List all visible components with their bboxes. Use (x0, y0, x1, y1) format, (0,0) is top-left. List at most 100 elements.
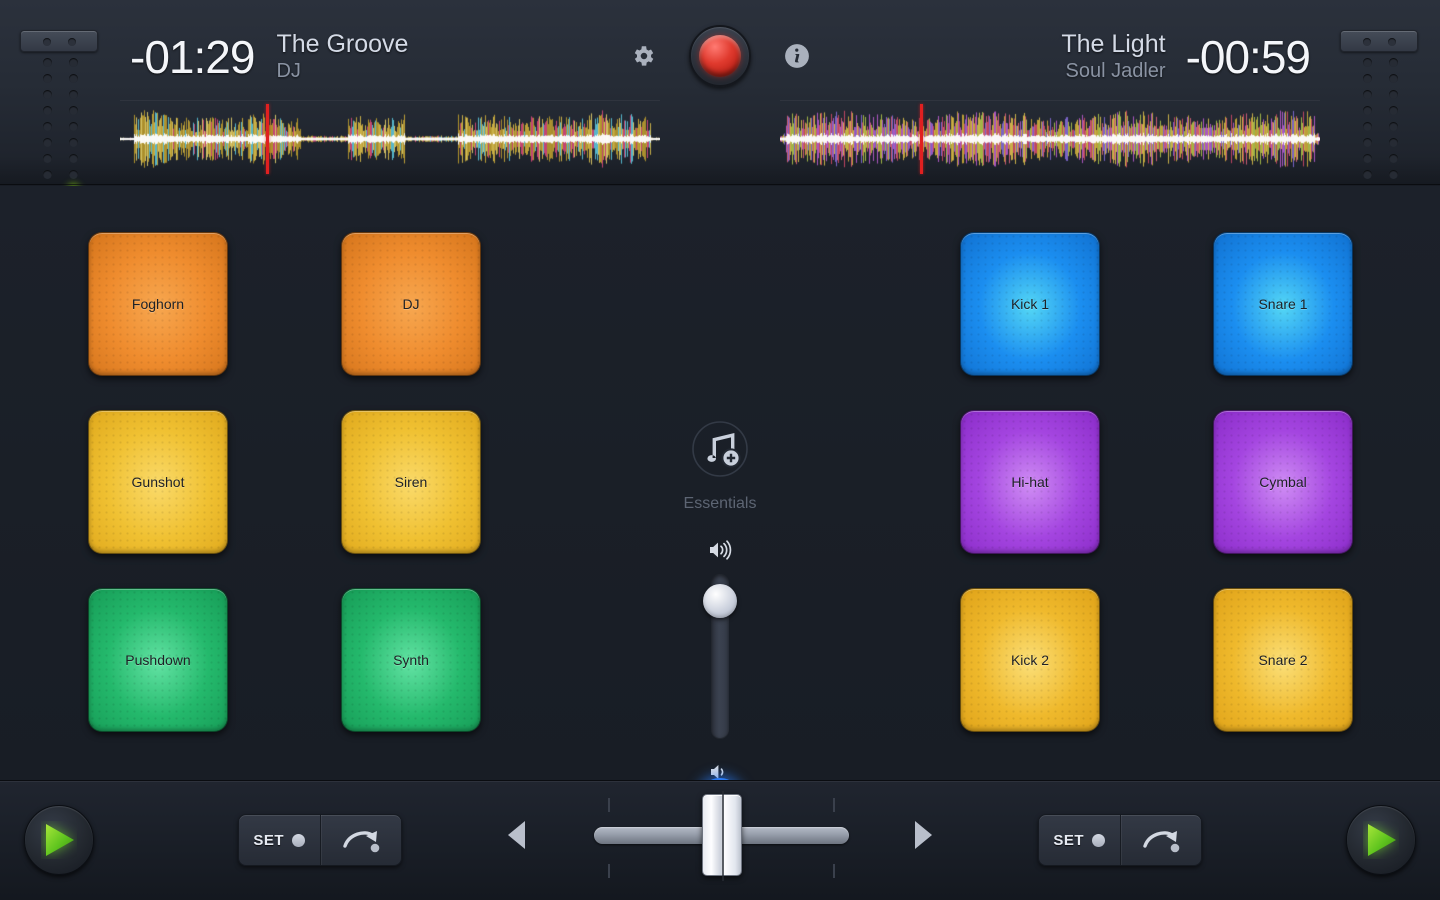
vu-dot (1363, 90, 1372, 99)
vu-dot (1363, 106, 1372, 115)
nudge-right-arrow[interactable] (915, 821, 932, 849)
jump-to-cue-button-deck-b[interactable] (1121, 815, 1202, 865)
cue-controls-deck-b: SET (1038, 814, 1202, 866)
deck-a-track-title: The Groove (276, 30, 408, 60)
vu-dot (69, 154, 78, 163)
record-button[interactable] (689, 25, 751, 87)
vu-meter-left (18, 22, 102, 182)
vu-dot (1363, 58, 1372, 67)
sound-pad[interactable]: Pushdown (88, 588, 228, 732)
deck-b-info: The Light Soul Jadler -00:59 (1061, 22, 1310, 92)
fader-tick (833, 798, 835, 812)
gear-icon[interactable] (630, 43, 656, 69)
pad-label: Cymbal (1259, 474, 1306, 490)
vu-dot (1363, 138, 1372, 147)
vu-dot (69, 58, 78, 67)
waveform-divider-left (120, 100, 660, 101)
pad-label: Pushdown (125, 652, 190, 668)
sound-pad[interactable]: Kick 2 (960, 588, 1100, 732)
sound-pad[interactable]: Kick 1 (960, 232, 1100, 376)
vu-dot (1363, 170, 1372, 179)
vu-dot (43, 74, 52, 83)
crossfader-handle[interactable] (702, 794, 742, 876)
vu-cap-right (1340, 30, 1418, 52)
sound-pad[interactable]: Siren (341, 410, 481, 554)
deck-a-info: -01:29 The Groove DJ (130, 22, 408, 92)
vu-dot (69, 170, 78, 179)
pad-label: Siren (395, 474, 428, 490)
vu-dot (43, 90, 52, 99)
pad-label: Synth (393, 652, 429, 668)
cue-dot-icon (292, 834, 305, 847)
fader-tick (608, 864, 610, 878)
pad-label: Kick 1 (1011, 296, 1049, 312)
vu-dot (1389, 106, 1398, 115)
vu-dot (43, 154, 52, 163)
sound-pad[interactable]: Gunshot (88, 410, 228, 554)
header-center-controls (630, 28, 810, 84)
vu-dot (69, 138, 78, 147)
play-button-deck-a[interactable] (24, 805, 94, 875)
vu-dot (69, 90, 78, 99)
speaker-high-icon (708, 540, 732, 565)
header-bar: -01:29 The Groove DJ The Light Soul Jadl… (0, 0, 1440, 185)
record-indicator (699, 35, 741, 77)
volume-thumb[interactable] (703, 584, 737, 618)
vu-dot (43, 106, 52, 115)
pad-label: Gunshot (132, 474, 185, 490)
pad-label: Foghorn (132, 296, 184, 312)
vu-dot (43, 170, 52, 179)
vu-cap-left (20, 30, 98, 52)
vu-dot (1363, 122, 1372, 131)
vu-dot (1389, 170, 1398, 179)
pad-label: Snare 1 (1258, 296, 1307, 312)
fader-tick (608, 798, 610, 812)
essentials-label: Essentials (640, 495, 800, 513)
set-cue-button-deck-a[interactable]: SET (239, 815, 321, 865)
deck-a-timecode: -01:29 (130, 34, 254, 80)
vu-dot (1389, 154, 1398, 163)
deck-a-waveform[interactable] (120, 100, 660, 178)
play-icon (1363, 821, 1399, 859)
vu-dot (1363, 154, 1372, 163)
jump-to-cue-icon (339, 825, 383, 855)
sound-pad[interactable]: Cymbal (1213, 410, 1353, 554)
sound-pad[interactable]: DJ (341, 232, 481, 376)
vu-dot (43, 122, 52, 131)
volume-slider[interactable] (700, 548, 740, 764)
vu-dot (69, 122, 78, 131)
set-label: SET (1053, 832, 1084, 849)
set-cue-button-deck-b[interactable]: SET (1039, 815, 1121, 865)
jump-to-cue-icon (1139, 825, 1183, 855)
deck-b-waveform[interactable] (780, 100, 1320, 178)
sound-pad[interactable]: Foghorn (88, 232, 228, 376)
vu-dot (1389, 138, 1398, 147)
vu-dot (43, 138, 52, 147)
sound-pad[interactable]: Synth (341, 588, 481, 732)
deck-b-timecode: -00:59 (1186, 34, 1310, 80)
play-button-deck-b[interactable] (1346, 805, 1416, 875)
vu-dot (69, 74, 78, 83)
essentials-button[interactable]: Essentials (640, 420, 800, 513)
vu-dot (1389, 74, 1398, 83)
pad-stage: Foghorn DJ Gunshot Siren Pushdown Synth Kick … (0, 186, 1440, 780)
vu-dot (1363, 74, 1372, 83)
music-note-add-icon (691, 420, 749, 478)
vu-dot (1389, 58, 1398, 67)
deck-b-playhead (920, 104, 923, 174)
dj-app-root: -01:29 The Groove DJ The Light Soul Jadl… (0, 0, 1440, 900)
sound-pad[interactable]: Hi-hat (960, 410, 1100, 554)
cue-controls-deck-a: SET (238, 814, 402, 866)
nudge-left-arrow[interactable] (508, 821, 525, 849)
pad-label: Hi-hat (1011, 474, 1048, 490)
waveform-canvas-b (780, 108, 1320, 170)
waveform-canvas-a (120, 108, 660, 170)
deck-b-track-title: The Light (1061, 30, 1165, 60)
vu-dot (43, 58, 52, 67)
sound-pad[interactable]: Snare 1 (1213, 232, 1353, 376)
jump-to-cue-button-deck-a[interactable] (321, 815, 402, 865)
sound-pad[interactable]: Snare 2 (1213, 588, 1353, 732)
deck-b-track-artist: Soul Jadler (1061, 60, 1165, 84)
pad-label: Snare 2 (1258, 652, 1307, 668)
info-icon[interactable] (784, 43, 810, 69)
